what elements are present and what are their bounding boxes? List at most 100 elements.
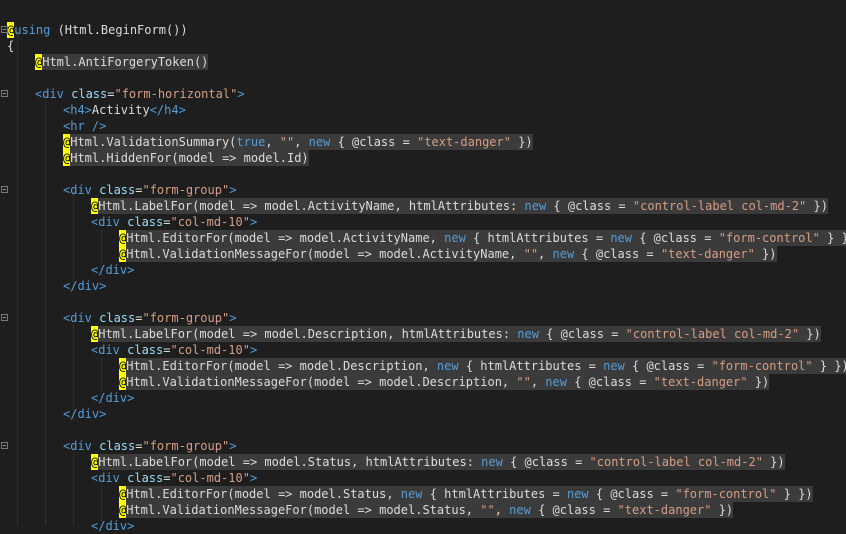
code-line[interactable]: @Html.HiddenFor(model => model.Id) <box>63 150 309 166</box>
code-line[interactable]: </div> <box>91 390 134 406</box>
code-line[interactable]: @Html.LabelFor(model => model.Status, ht… <box>91 454 785 470</box>
code-token: { <box>7 39 15 53</box>
code-token: using <box>14 23 51 37</box>
code-token: = <box>135 183 143 197</box>
code-line[interactable]: </div> <box>63 406 106 422</box>
indent-guide <box>73 194 74 290</box>
code-line[interactable]: <div class="col-md-10"> <box>91 214 257 230</box>
code-line[interactable]: @Html.LabelFor(model => model.ActivityNa… <box>91 198 828 214</box>
code-line[interactable]: <hr /> <box>63 118 106 134</box>
code-line[interactable]: @Html.LabelFor(model => model.Descriptio… <box>91 326 821 342</box>
code-token: { @class = <box>546 198 633 214</box>
code-token: "text-danger" <box>417 134 511 150</box>
code-token: <hr /> <box>63 119 107 133</box>
code-token: > <box>229 439 237 453</box>
code-token: "control-label col-md-2" <box>632 198 807 214</box>
code-token: <div <box>63 439 100 453</box>
code-line[interactable]: @Html.EditorFor(model => model.Descripti… <box>119 358 846 374</box>
code-token: class <box>127 471 164 485</box>
code-line[interactable]: </div> <box>91 518 134 534</box>
code-token: = <box>163 215 171 229</box>
code-token: } }) <box>776 486 813 502</box>
code-token: </div> <box>91 263 135 277</box>
fold-collapse-icon[interactable] <box>1 186 8 193</box>
code-token: Html.AntiForgeryToken() <box>42 54 209 70</box>
code-token: > <box>249 215 258 229</box>
razor-at-token: @ <box>119 230 127 246</box>
code-token: class <box>99 311 136 325</box>
razor-at-token: @ <box>91 326 99 342</box>
code-editor[interactable]: @using (Html.BeginForm()){@Html.AntiForg… <box>0 0 846 533</box>
code-token: new <box>481 454 503 470</box>
code-token: Html.EditorFor(model => model.Status, <box>126 486 401 502</box>
razor-at-token: @ <box>119 246 127 262</box>
code-line[interactable]: <div class="form-group"> <box>63 182 236 198</box>
razor-at-token: @ <box>35 54 43 70</box>
code-line[interactable]: @Html.AntiForgeryToken() <box>35 54 209 70</box>
code-line[interactable]: <div class="col-md-10"> <box>91 470 257 486</box>
code-line[interactable]: @Html.ValidationMessageFor(model => mode… <box>119 502 734 518</box>
code-token: new <box>524 198 547 214</box>
code-token: "control-label col-md-2" <box>625 326 800 342</box>
code-token: new <box>509 502 531 518</box>
code-token: }) <box>711 502 734 518</box>
code-line[interactable]: <div class="form-group"> <box>63 438 236 454</box>
fold-collapse-icon[interactable] <box>1 442 8 449</box>
code-line[interactable]: </div> <box>63 278 106 294</box>
code-line[interactable]: @using (Html.BeginForm()) <box>7 22 188 38</box>
code-line[interactable]: @Html.ValidationMessageFor(model => mode… <box>119 246 777 262</box>
code-token: Html.LabelFor(model => model.Status, htm… <box>98 454 482 470</box>
code-token: }) <box>510 134 533 150</box>
code-token: "form-group" <box>142 183 230 197</box>
code-token: <div <box>63 183 100 197</box>
code-token: > <box>249 471 258 485</box>
code-line[interactable]: </div> <box>91 262 134 278</box>
code-token: > <box>237 87 245 101</box>
code-token: <div <box>91 471 128 485</box>
razor-at-token: @ <box>119 486 127 502</box>
code-token: = <box>163 343 171 357</box>
code-line[interactable]: @Html.EditorFor(model => model.Status, n… <box>119 486 813 502</box>
code-token: }) <box>799 326 821 342</box>
code-token: = <box>107 87 115 101</box>
fold-collapse-icon[interactable] <box>1 26 8 33</box>
code-token: (Html.BeginForm()) <box>50 23 188 37</box>
code-token: { @class = <box>632 230 719 246</box>
code-line[interactable]: { <box>7 38 14 54</box>
indent-guide <box>73 452 74 525</box>
code-line[interactable]: @Html.EditorFor(model => model.ActivityN… <box>119 230 846 246</box>
fold-collapse-icon[interactable] <box>1 90 8 97</box>
code-token: true <box>236 134 266 150</box>
code-token: "form-group" <box>142 311 230 325</box>
code-token: <div <box>35 87 72 101</box>
code-token: </div> <box>91 519 135 533</box>
code-token: > <box>229 311 237 325</box>
code-token: }) <box>762 454 785 470</box>
code-line[interactable]: @Html.ValidationMessageFor(model => mode… <box>119 374 770 390</box>
razor-at-token: @ <box>63 134 71 150</box>
code-token: , <box>265 134 280 150</box>
code-token: Html.HiddenFor(model => model.Id) <box>70 150 309 166</box>
code-token: "text-danger" <box>617 502 712 518</box>
code-token: "col-md-10" <box>170 343 250 357</box>
code-token: class <box>71 87 108 101</box>
code-token: { @class = <box>330 134 418 150</box>
code-token: <div <box>91 343 128 357</box>
code-token: "form-group" <box>142 439 230 453</box>
code-line[interactable]: @Html.ValidationSummary(true, "", new { … <box>63 134 533 150</box>
code-token: "control-label col-md-2" <box>589 454 763 470</box>
code-token: }) <box>806 198 828 214</box>
razor-at-token: @ <box>119 502 127 518</box>
code-token: "form-horizontal" <box>114 87 238 101</box>
code-token: new <box>610 230 632 246</box>
fold-collapse-icon[interactable] <box>1 314 8 321</box>
code-line[interactable]: <div class="form-horizontal"> <box>35 86 245 102</box>
code-line[interactable]: <div class="col-md-10"> <box>91 342 257 358</box>
code-token: "col-md-10" <box>170 215 250 229</box>
code-token: Html.ValidationMessageFor(model => model… <box>126 502 481 518</box>
code-token: = <box>135 311 143 325</box>
code-token: Html.ValidationSummary( <box>70 134 237 150</box>
code-line[interactable]: <div class="form-group"> <box>63 310 236 326</box>
code-token: new <box>308 134 331 150</box>
code-line[interactable]: <h4>Activity</h4> <box>63 102 186 118</box>
